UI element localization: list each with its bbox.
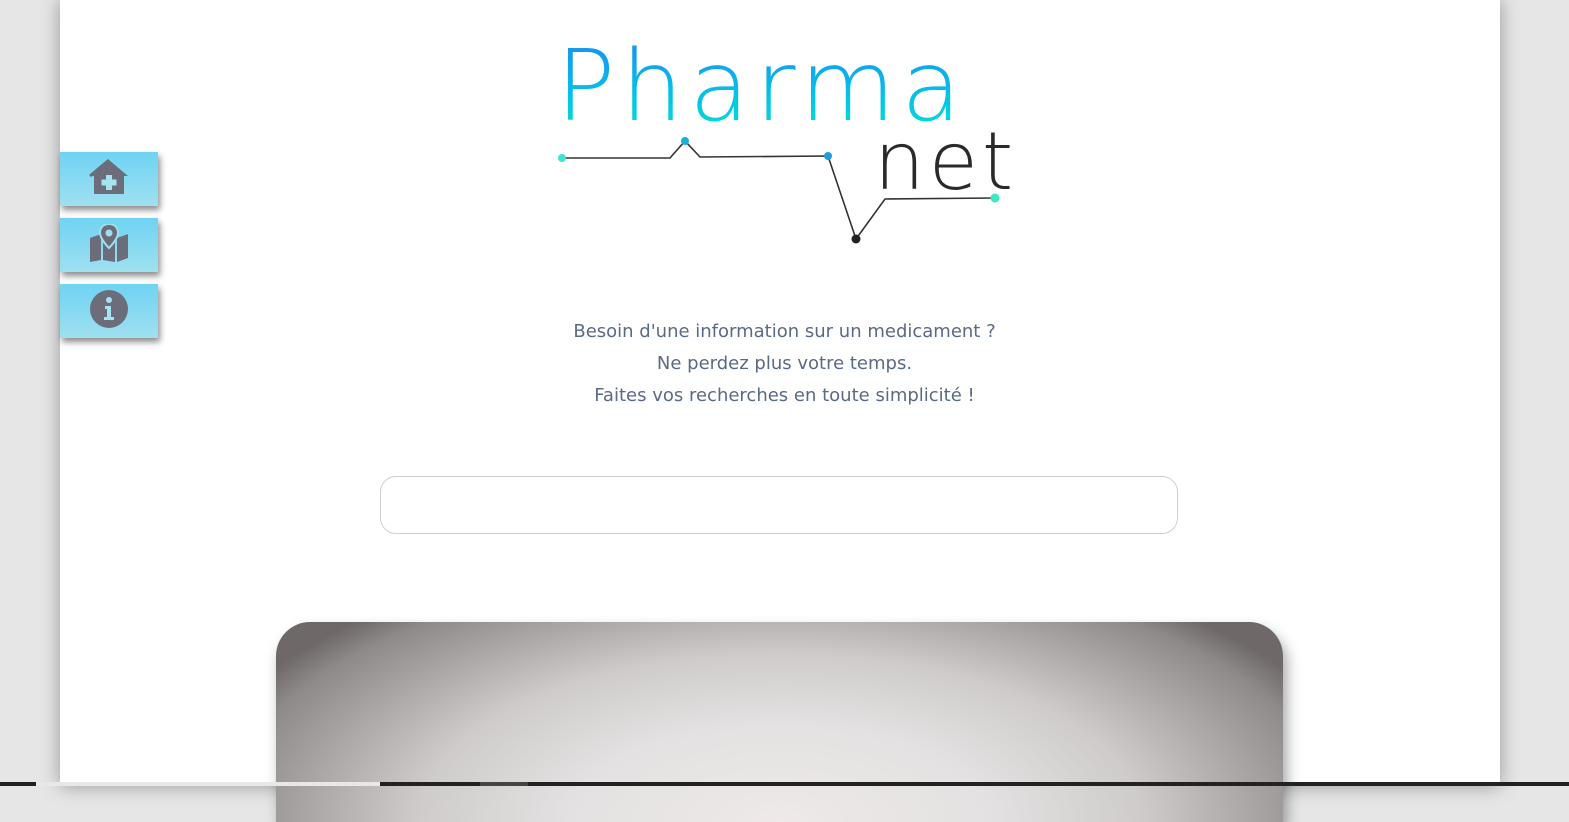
tagline-line-2: Ne perdez plus votre temps. (656, 353, 913, 374)
pharmanet-logo: Pharma net (552, 38, 1013, 255)
tagline: Besoin d'une information sur un medicame… (0, 316, 1569, 412)
logo-word-net: net (874, 115, 1018, 208)
tagline-line-3: Faites vos recherches en toute simplicit… (594, 385, 975, 406)
tagline-line-1: Besoin d'une information sur un medicame… (573, 321, 996, 342)
scrollbar-track-highlight (36, 782, 380, 786)
home-medical-icon (88, 158, 130, 201)
home-button[interactable] (60, 152, 158, 206)
hero-image (276, 622, 1283, 822)
map-marker-icon (88, 222, 130, 267)
scrollbar-thumb[interactable] (480, 782, 528, 786)
map-button[interactable] (60, 218, 158, 272)
search-input[interactable] (380, 476, 1178, 534)
bottom-scrollbar (0, 782, 1569, 786)
